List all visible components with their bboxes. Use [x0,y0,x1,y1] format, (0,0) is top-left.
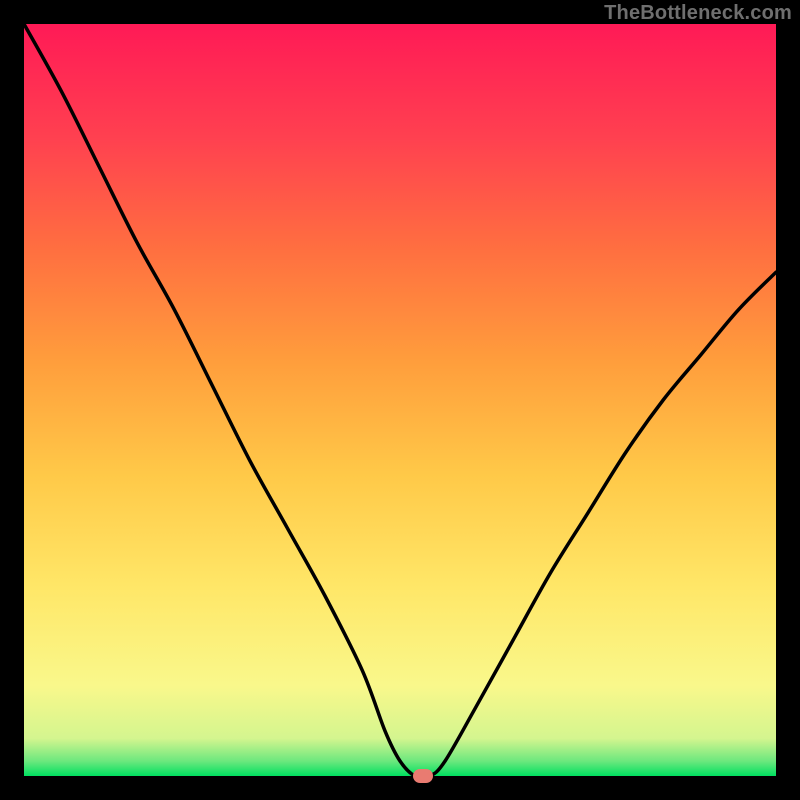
plot-area [24,24,776,776]
bottleneck-curve [24,24,776,776]
optimal-point-marker [413,769,433,783]
watermark-text: TheBottleneck.com [604,2,792,25]
chart-frame: TheBottleneck.com [0,0,800,800]
